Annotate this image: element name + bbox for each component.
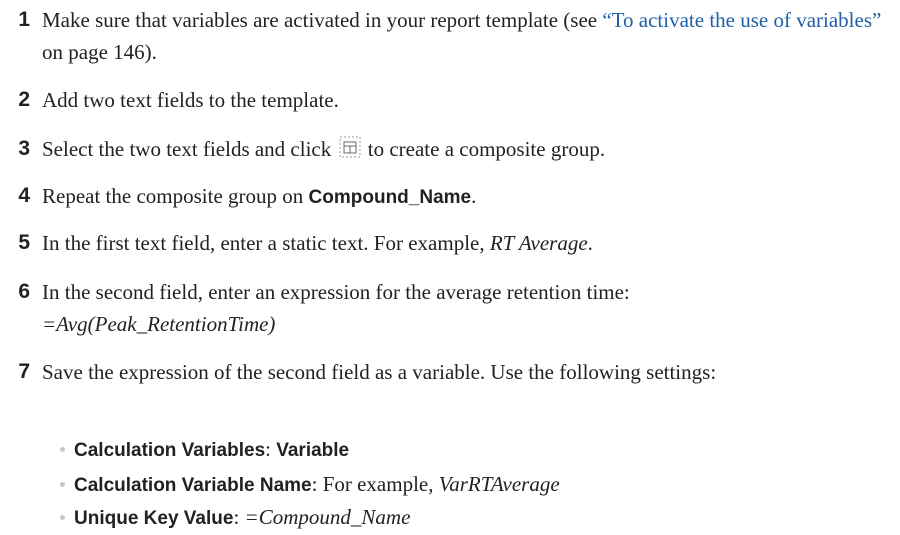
step-text-part: Repeat the composite group on [42, 184, 309, 208]
bullet-icon [58, 468, 68, 500]
step-text-part: In the first text field, enter a static … [42, 231, 490, 255]
setting-label: Unique Key Value [74, 508, 234, 529]
setting-value-prefix: For example, [322, 472, 439, 496]
bullet-icon [58, 433, 68, 465]
setting-separator: : [233, 505, 245, 529]
bullet-icon [58, 501, 68, 533]
setting-value: =Compound_Name [244, 505, 411, 529]
step-text: Add two text fields to the template. [42, 88, 339, 112]
field-name: Compound_Name [308, 187, 472, 208]
setting-text: Calculation Variable Name: For example, … [74, 468, 894, 502]
step-text: In the first text field, enter a static … [42, 227, 897, 259]
step-text-part: to create a composite group. [367, 137, 606, 161]
step-number: 7 [18, 360, 30, 383]
cross-reference-link[interactable]: “To activate the use of variables” [602, 8, 881, 32]
step-number: 2 [18, 88, 30, 111]
step-number: 5 [18, 231, 30, 254]
step-text: Repeat the composite group on Compound_N… [42, 180, 897, 214]
setting-label: Calculation Variables [74, 440, 266, 461]
setting-value: Variable [276, 440, 350, 461]
step-text-part: Select the two text fields and click [42, 137, 332, 161]
step-text-part: In the second field, enter an expression… [42, 280, 630, 304]
setting-label: Calculation Variable Name [74, 475, 312, 496]
step-text: Save the expression of the second field … [42, 360, 717, 384]
step-text-part: Make sure that variables are activated i… [42, 8, 603, 32]
step-text-part: on page 146). [42, 40, 157, 64]
setting-separator: : [265, 437, 277, 461]
setting-text: Unique Key Value: =Compound_Name [74, 501, 894, 535]
step-text-part: . [587, 231, 593, 255]
step-text: In the second field, enter an expression… [42, 276, 897, 340]
expression-text: =Avg(Peak_RetentionTime) [42, 312, 276, 336]
step-number: 6 [18, 280, 30, 303]
step-text: Select the two text fields and click to … [42, 133, 897, 165]
step-number: 4 [18, 184, 30, 207]
step-text: Make sure that variables are activated i… [42, 4, 897, 68]
setting-separator: : [311, 472, 323, 496]
setting-value: VarRTAverage [438, 472, 560, 496]
instruction-list: 1 Make sure that variables are activated… [0, 0, 900, 529]
step-text-part: . [471, 184, 477, 208]
example-text: RT Average [489, 231, 588, 255]
composite-group-icon[interactable] [339, 135, 361, 158]
setting-text: Calculation Variables: Variable [74, 433, 894, 467]
step-number: 3 [18, 137, 30, 160]
step-number: 1 [18, 8, 30, 31]
